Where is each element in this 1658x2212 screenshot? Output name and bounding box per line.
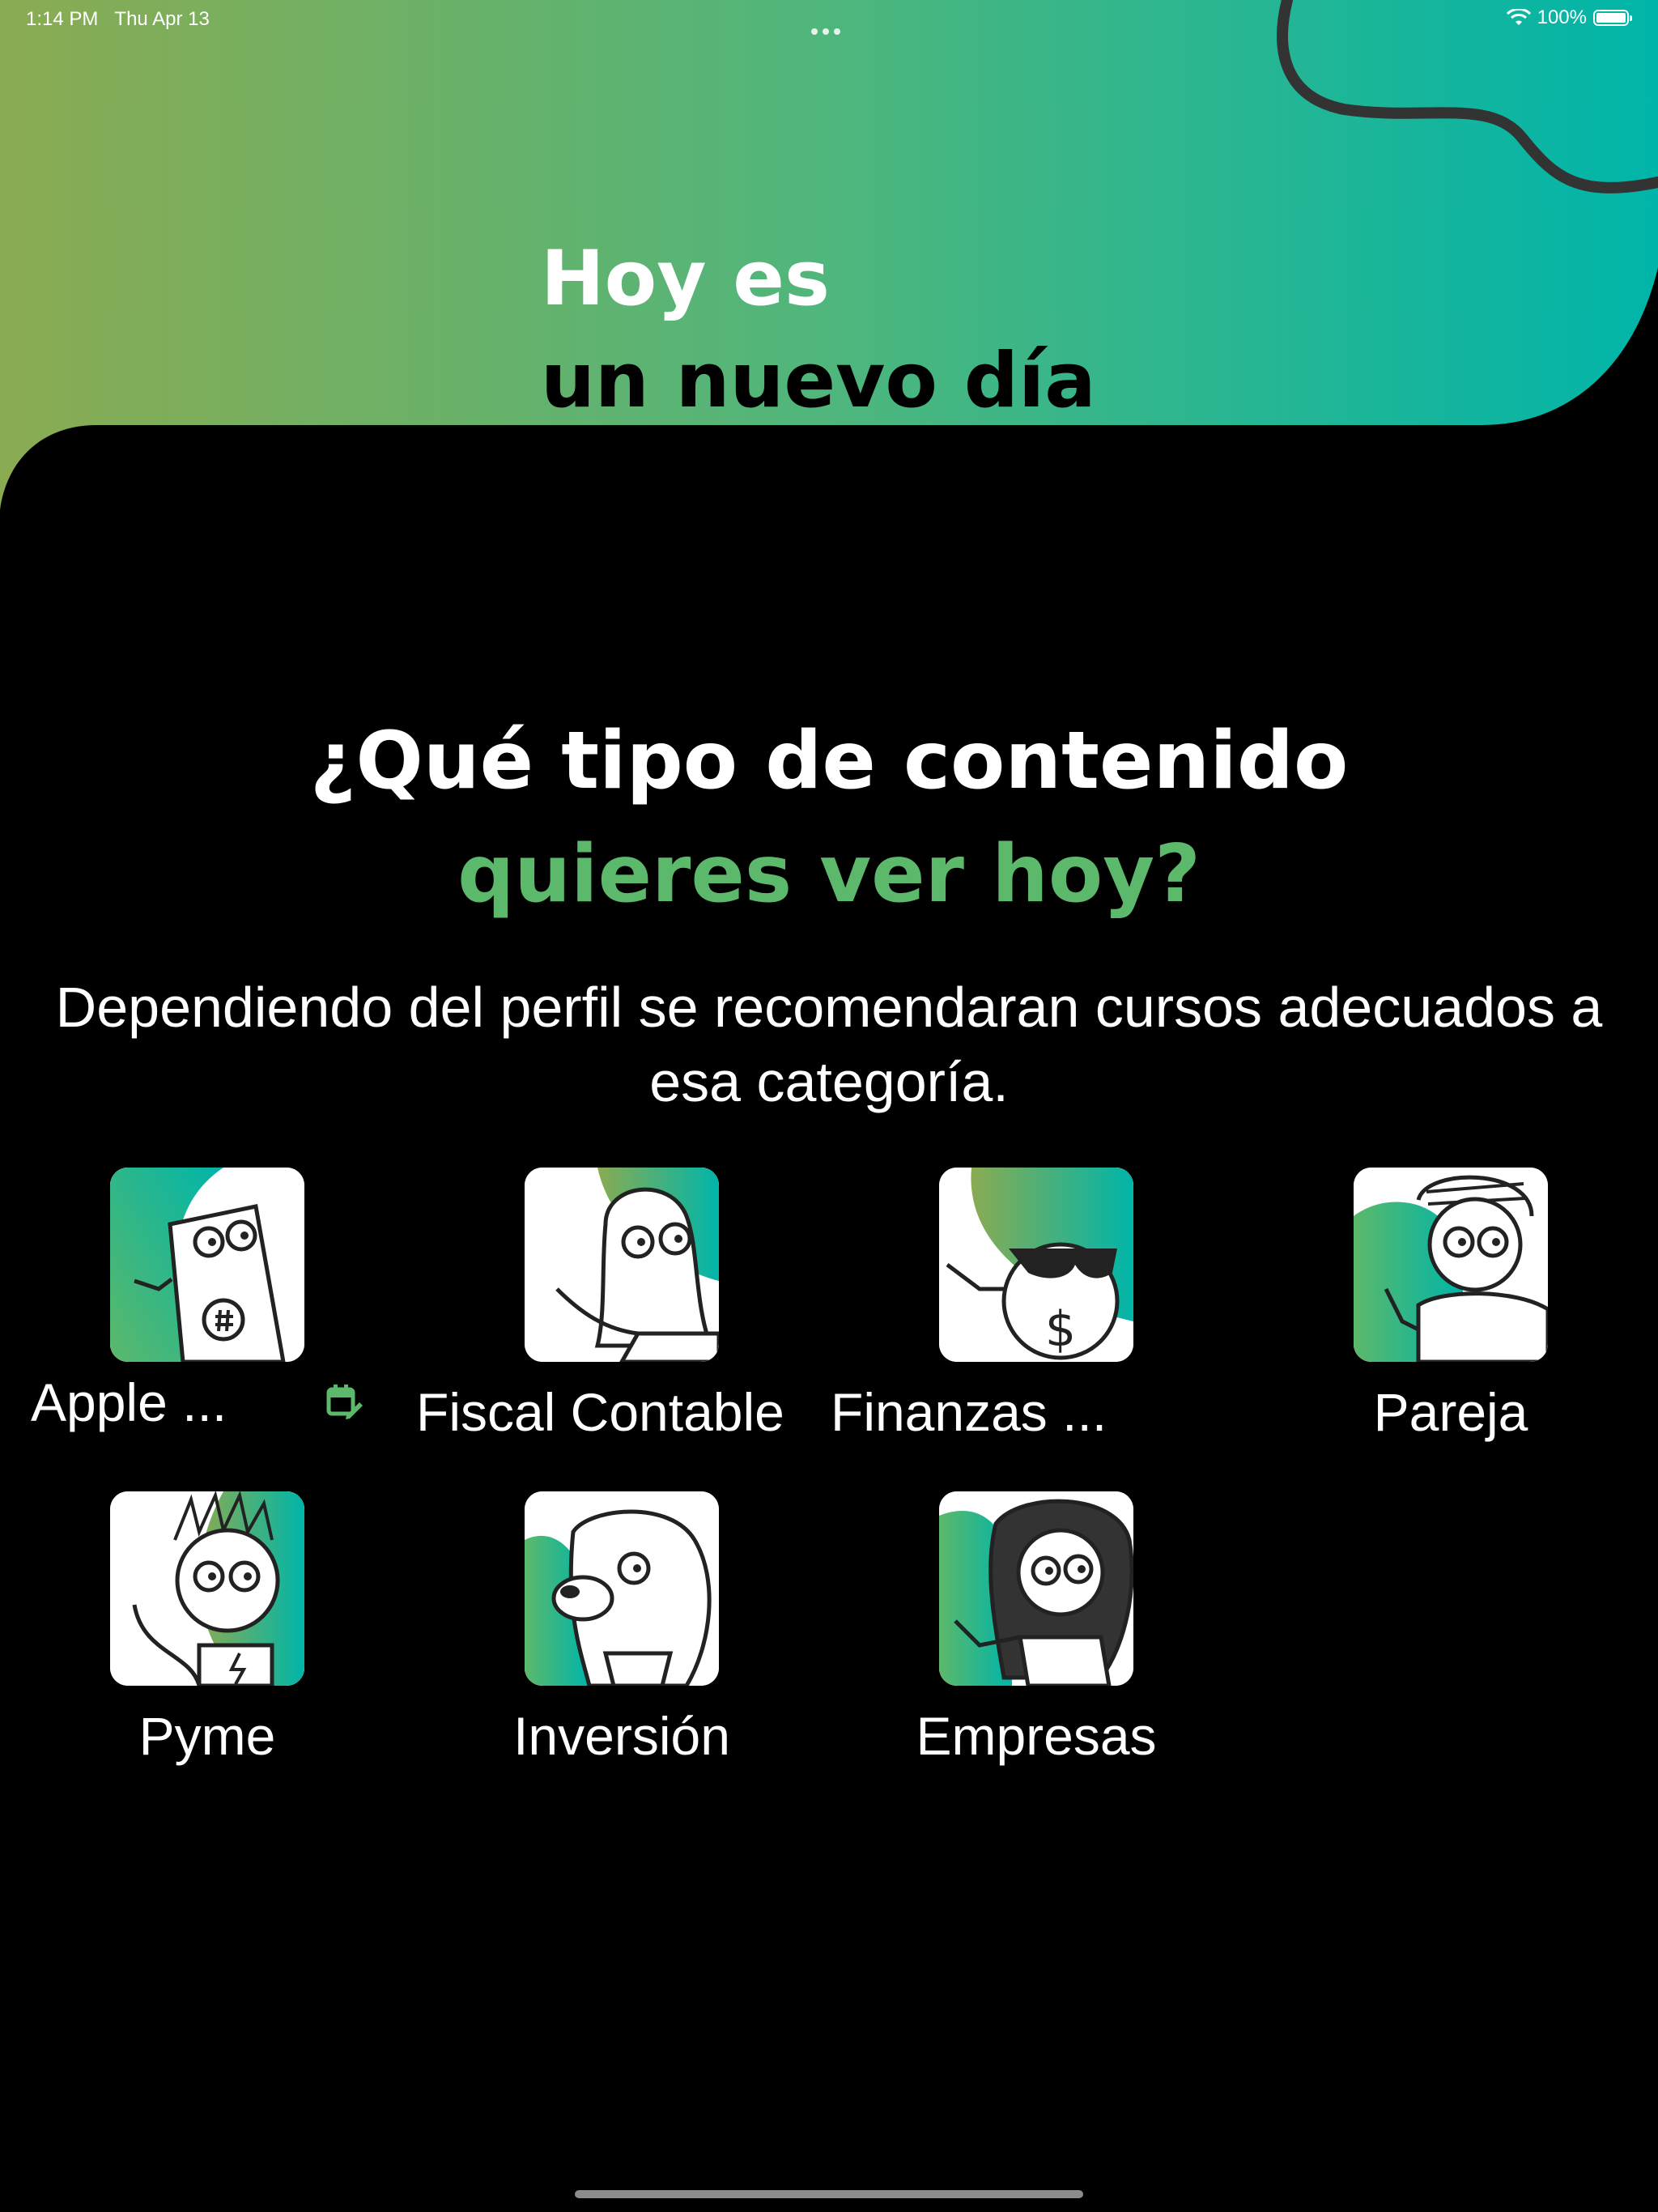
category-pyme-image[interactable] (110, 1491, 304, 1686)
character-illustration (110, 1491, 304, 1686)
multitasking-dots-icon[interactable] (811, 18, 847, 35)
character-illustration: $ (939, 1168, 1133, 1362)
calendar-edit-icon[interactable] (325, 1383, 363, 1420)
character-illustration (525, 1168, 719, 1362)
status-right: 100% (1506, 6, 1632, 29)
question-line-2: quieres ver hoy? (457, 828, 1201, 921)
hero-line-2: un nuevo día (541, 337, 1096, 425)
category-fiscal-contable-image[interactable] (525, 1168, 719, 1362)
hero-title: Hoy es un nuevo día (541, 228, 1096, 432)
category-pyme-label: Pyme (138, 1706, 276, 1766)
question-heading: ¿Qué tipo de contenido quieres ver hoy? (0, 704, 1658, 931)
subtitle-text: Dependiendo del perfil se recomendaran c… (55, 976, 1603, 1113)
category-finanzas-label: Finanzas ... (831, 1382, 1107, 1442)
category-apple-label: Apple ... (31, 1372, 227, 1432)
category-empresas-image[interactable] (939, 1491, 1133, 1686)
character-illustration (1354, 1168, 1548, 1362)
category-pareja-image[interactable] (1354, 1168, 1548, 1362)
home-indicator[interactable] (575, 2190, 1083, 2198)
category-inversion-label: Inversión (513, 1706, 730, 1766)
status-bar: 1:14 PM Thu Apr 13 100% (0, 0, 1658, 39)
svg-text:$: $ (1045, 1301, 1076, 1358)
character-illustration (525, 1491, 719, 1686)
status-time: 1:14 PM Thu Apr 13 (26, 8, 210, 30)
battery-percent: 100% (1537, 6, 1587, 28)
category-apple-image[interactable] (110, 1168, 304, 1362)
category-finanzas-image[interactable]: $ (939, 1168, 1133, 1362)
hero-line-1: Hoy es (541, 235, 830, 323)
character-illustration (939, 1491, 1133, 1686)
category-inversion-image[interactable] (525, 1491, 719, 1686)
character-illustration (110, 1168, 304, 1362)
category-empresas-label: Empresas (916, 1706, 1157, 1766)
category-fiscal-contable-label: Fiscal Contable (416, 1382, 784, 1442)
battery-icon (1593, 10, 1632, 26)
category-pareja-label: Pareja (1373, 1382, 1528, 1442)
question-line-1: ¿Qué tipo de contenido (309, 715, 1349, 807)
wifi-icon (1506, 9, 1531, 25)
